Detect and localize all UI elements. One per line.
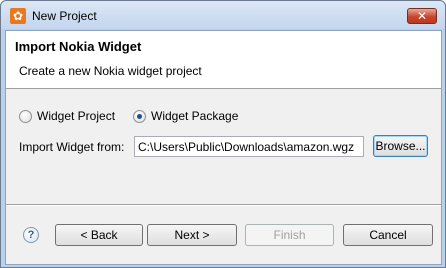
widget-package-option[interactable]: Widget Package: [133, 109, 238, 123]
import-path-input[interactable]: [134, 136, 364, 157]
widget-package-label: Widget Package: [151, 109, 239, 123]
window-title: New Project: [32, 9, 97, 23]
next-button[interactable]: Next >: [147, 224, 237, 246]
gear-app-icon: ✿: [10, 8, 26, 24]
close-button[interactable]: ✕: [407, 8, 437, 24]
title-bar[interactable]: ✿ New Project ✕: [1, 1, 445, 29]
wizard-banner: Import Nokia Widget Create a new Nokia w…: [6, 31, 441, 89]
finish-button[interactable]: Finish: [245, 224, 334, 246]
widget-project-label: Widget Project: [37, 109, 116, 123]
widget-project-option[interactable]: Widget Project: [19, 109, 115, 123]
widget-project-radio[interactable]: [19, 109, 32, 123]
new-project-dialog: ✿ New Project ✕ Import Nokia Widget Crea…: [0, 0, 446, 268]
widget-package-radio[interactable]: [133, 109, 146, 123]
cancel-button[interactable]: Cancel: [343, 224, 433, 246]
page-description: Create a new Nokia widget project: [19, 64, 202, 78]
page-title: Import Nokia Widget: [15, 39, 142, 54]
help-icon[interactable]: ?: [23, 227, 39, 243]
footer-separator: [6, 204, 441, 206]
browse-button[interactable]: Browse...: [373, 135, 428, 157]
import-widget-label: Import Widget from:: [19, 140, 125, 154]
back-button[interactable]: < Back: [55, 224, 143, 246]
dialog-client-area: Import Nokia Widget Create a new Nokia w…: [5, 30, 442, 265]
